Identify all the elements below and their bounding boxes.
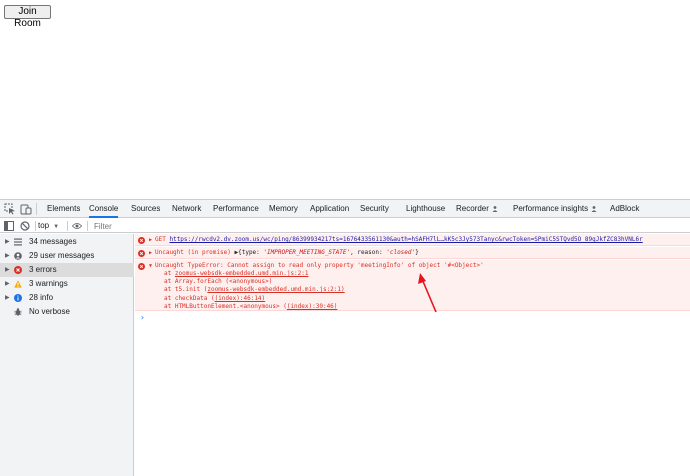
error-icon [138,237,145,244]
console-message-error: ▶ GET https://rwcdv2.dv.zoom.us/wc/ping/… [135,234,690,246]
inspect-element-icon[interactable] [4,203,16,215]
request-url-link[interactable]: https://rwcdv2.dv.zoom.us/wc/ping/863999… [169,236,642,243]
console-prompt-caret[interactable]: › [140,313,145,322]
sidebar-item-label: 28 info [29,293,54,302]
sidebar-toggle-icon[interactable] [4,221,14,231]
sidebar-item-label: 29 user messages [29,251,95,260]
sidebar-item-label: 3 errors [29,265,57,274]
console-messages: ▶ GET https://rwcdv2.dv.zoom.us/wc/ping/… [135,234,690,476]
stack-frame-prefix: at Array.forEach [164,278,226,286]
sidebar-item-info[interactable]: ▶ 28 info [0,291,134,305]
sidebar-item-label: 3 warnings [29,279,68,288]
tab-performance-insights[interactable]: Performance insights [513,200,597,218]
expand-arrow-icon[interactable]: ▶ [5,263,10,277]
tab-network[interactable]: Network [172,200,201,218]
stack-frame: at zoomus-websdk-embedded.umd.min.js:2:1 [164,270,309,278]
stack-frame-prefix: at [164,270,175,277]
expand-arrow-icon[interactable]: ▶ [5,249,10,263]
expand-arrow-icon[interactable]: ▼ [149,263,152,269]
sidebar-item-label: No verbose [29,307,70,316]
sidebar-item-user-messages[interactable]: ▶ 29 user messages [0,249,134,263]
stack-frame-link[interactable]: (index):46:14) [215,295,266,302]
sidebar-item-warnings[interactable]: ▶ 3 warnings [0,277,134,291]
eye-icon[interactable] [72,221,82,231]
tab-console[interactable]: Console [89,200,119,218]
tab-memory[interactable]: Memory [269,200,298,218]
sidebar-item-messages[interactable]: ▶ 34 messages [0,235,134,249]
list-icon [14,238,22,246]
console-message-error: ▶ Uncaught (in promise) ▶{type: 'IMPROPE… [135,247,690,259]
stack-frame-link[interactable]: zoomus-websdk-embedded.umd.min.js:2:1 [175,270,309,277]
expand-arrow-icon[interactable]: ▶ [149,237,152,243]
error-message-text: Uncaught TypeError: Cannot assign to rea… [155,262,484,269]
tab-adblock[interactable]: AdBlock [610,200,639,218]
stack-frame-link[interactable]: zoomus-websdk-embedded.umd.min.js:2:1) [207,286,344,293]
tab-recorder[interactable]: Recorder [456,200,498,218]
sidebar-item-verbose[interactable]: No verbose [0,305,134,319]
bug-icon [14,308,22,316]
device-toolbar-icon[interactable] [20,203,32,215]
devtools-tabbar: Elements Console Sources Network Perform… [0,200,690,218]
tab-sources[interactable]: Sources [131,200,160,218]
expand-arrow-icon[interactable]: ▶ [5,235,10,249]
filter-input[interactable] [90,220,688,232]
stack-frame-prefix: at HTMLButtonElement.<anonymous> ( [164,302,287,310]
devtools-panel: Elements Console Sources Network Perform… [0,199,690,476]
expand-arrow-icon[interactable]: ▶ [5,277,10,291]
stack-frame-link[interactable]: (index):30:46) [287,303,338,310]
experiment-icon [591,206,597,212]
stack-frame: at t5.init (zoomus-websdk-embedded.umd.m… [164,286,345,294]
tab-lighthouse[interactable]: Lighthouse [406,200,445,218]
http-method: GET [155,236,166,243]
stack-frame-prefix: at t5.init ( [164,286,208,294]
error-icon [138,263,145,270]
stack-frame-location: (<anonymous>) [225,278,273,286]
experiment-icon [492,206,498,212]
object-close: } [415,249,419,256]
stack-frame: at Array.forEach (<anonymous>) [164,278,272,286]
tab-performance-insights-label: Performance insights [513,204,589,213]
user-icon [14,252,22,260]
stack-frame: at checkData ((index):46:14) [164,295,265,303]
warning-icon [14,280,22,288]
expand-arrow-icon[interactable]: ▶ [5,291,10,305]
dropdown-caret-icon: ▼ [53,224,60,230]
sidebar-item-label: 34 messages [29,237,77,246]
sidebar-item-errors[interactable]: ▶ 3 errors [0,263,134,277]
console-message-error: ▼ Uncaught TypeError: Cannot assign to r… [135,260,690,311]
join-room-button[interactable]: Join Room [4,5,51,29]
clear-console-icon[interactable] [20,221,30,231]
info-icon [14,294,22,302]
error-prefix: Uncaught (in promise) [155,249,231,256]
console-message-text: GET https://rwcdv2.dv.zoom.us/wc/ping/86… [155,236,643,244]
tab-elements[interactable]: Elements [47,200,80,218]
object-separator: , reason: [350,249,387,256]
tab-performance[interactable]: Performance [213,200,259,218]
error-icon [138,250,145,257]
expand-arrow-icon[interactable]: ▶ [149,250,152,256]
console-sidebar: ▶ 34 messages ▶ 29 user messages ▶ 3 err… [0,234,134,476]
context-select[interactable]: top ▼ [38,219,59,233]
tab-security[interactable]: Security [360,200,389,218]
stack-frame: at HTMLButtonElement.<anonymous> ((index… [164,303,337,311]
tab-recorder-label: Recorder [456,204,489,213]
context-select-value: top [38,221,50,230]
stack-frame-prefix: at checkData ( [164,294,215,302]
object-reason-value: 'closed' [386,249,416,256]
object-type-value: 'IMPROPER_MEETING_STATE' [263,249,351,256]
object-open: {type: [238,249,264,256]
tab-application[interactable]: Application [310,200,349,218]
console-message-text: Uncaught (in promise) ▶{type: 'IMPROPER_… [155,249,419,257]
error-icon [14,266,22,274]
console-toolbar: top ▼ [0,219,690,233]
